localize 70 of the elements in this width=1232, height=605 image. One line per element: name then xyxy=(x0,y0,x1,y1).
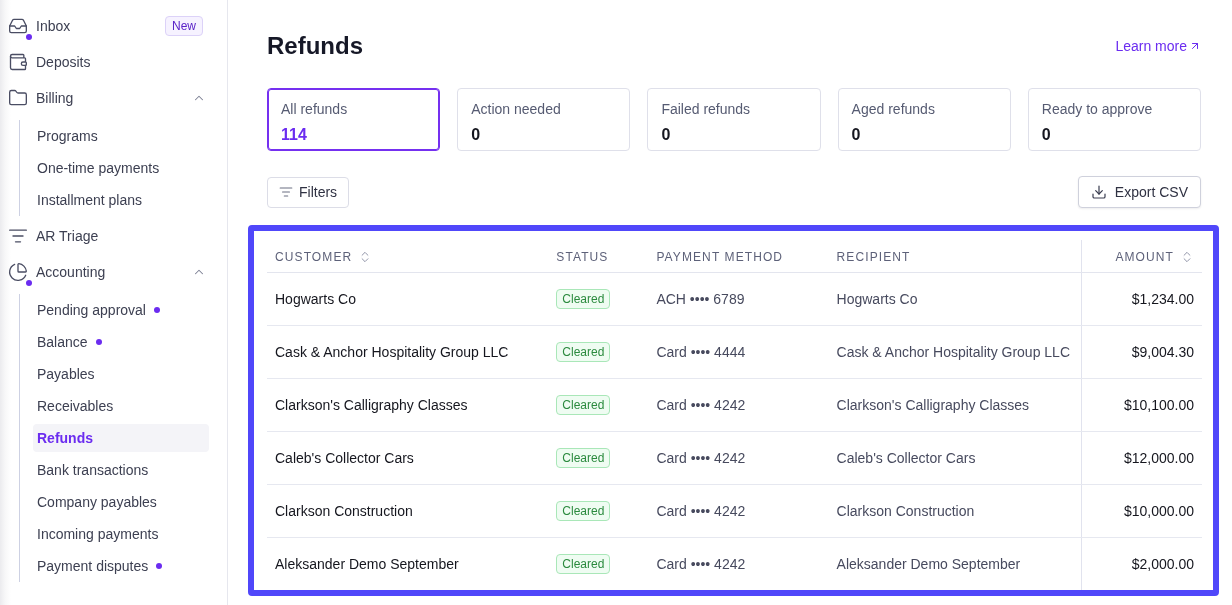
customer-name: Aleksander Demo September xyxy=(275,555,459,572)
recipient-name: Aleksander Demo September xyxy=(836,555,1021,572)
amount-value: $9,004.30 xyxy=(1081,325,1202,378)
status-badge: Cleared xyxy=(556,447,611,468)
summary-card[interactable]: Ready to approve 0 xyxy=(1027,88,1201,151)
summary-card[interactable]: Action needed 0 xyxy=(457,88,631,151)
amount-value: $12,000.00 xyxy=(1081,431,1202,484)
amount-value: $2,000.00 xyxy=(1081,537,1202,590)
payment-method: Card •••• 4242 xyxy=(656,555,746,572)
sidebar-link[interactable]: Company payables xyxy=(33,488,209,516)
wallet-icon xyxy=(8,52,28,72)
sort-header-button[interactable]: CUSTOMER xyxy=(275,249,373,264)
sidebar-link[interactable]: Deposits xyxy=(8,47,95,77)
sidebar-link[interactable]: Balance xyxy=(33,328,209,356)
status-badge: Cleared xyxy=(556,341,611,362)
filters-button[interactable]: Filters xyxy=(267,176,350,208)
customer-name: Clarkson's Calligraphy Classes xyxy=(275,396,468,413)
sidebar-link[interactable]: Refunds xyxy=(33,424,209,452)
status-badge: Cleared xyxy=(556,288,611,309)
sidebar-link[interactable]: Inbox xyxy=(8,11,75,41)
customer-name: Hogwarts Co xyxy=(275,290,356,307)
sidebar-link[interactable]: Programs xyxy=(33,122,209,150)
filter-icon xyxy=(279,185,293,199)
column-header: STATUS xyxy=(556,249,609,264)
sidebar-link[interactable]: Installment plans xyxy=(33,186,209,214)
column-header: PAYMENT METHOD xyxy=(656,249,784,264)
sort-header-button[interactable]: AMOUNT xyxy=(1115,249,1194,264)
export-csv-button[interactable]: Export CSV xyxy=(1077,176,1201,208)
sidebar-link[interactable]: Incoming payments xyxy=(33,520,209,548)
pie-chart-icon xyxy=(8,262,28,282)
recipient-name: Hogwarts Co xyxy=(836,290,918,307)
summary-card[interactable]: Failed refunds 0 xyxy=(647,88,821,151)
sidebar-link[interactable]: Accounting xyxy=(8,257,110,287)
payment-method: Card •••• 4242 xyxy=(656,502,746,519)
recipient-name: Cask & Anchor Hospitality Group LLC xyxy=(836,343,1071,360)
payment-method: Card •••• 4242 xyxy=(656,449,746,466)
sidebar-link[interactable]: Payment disputes xyxy=(33,552,209,580)
summary-card[interactable]: All refunds 114 xyxy=(267,88,441,151)
summary-card[interactable]: Aged refunds 0 xyxy=(837,88,1011,151)
download-icon xyxy=(1090,184,1107,200)
customer-name: Cask & Anchor Hospitality Group LLC xyxy=(275,343,509,360)
arrow-up-right-icon xyxy=(1189,40,1201,52)
amount-value: $10,100.00 xyxy=(1081,378,1202,431)
recipient-name: Clarkson Construction xyxy=(836,502,975,519)
recipient-name: Caleb's Collector Cars xyxy=(836,449,976,466)
customer-name: Caleb's Collector Cars xyxy=(275,449,414,466)
status-badge: Cleared xyxy=(556,553,611,574)
sidebar-link[interactable]: Pending approval xyxy=(33,296,209,324)
sidebar-link[interactable]: One-time payments xyxy=(33,154,209,182)
payment-method: Card •••• 4444 xyxy=(656,343,746,360)
amount-value: $1,234.00 xyxy=(1081,272,1202,325)
payment-method: Card •••• 4242 xyxy=(656,396,746,413)
column-header: RECIPIENT xyxy=(836,249,911,264)
new-badge: New xyxy=(165,16,203,36)
sidebar-link[interactable]: Payables xyxy=(33,360,209,388)
folder-icon xyxy=(8,88,28,108)
sidebar-link[interactable]: Bank transactions xyxy=(33,456,209,484)
sort-icon xyxy=(1180,249,1194,264)
payment-method: ACH •••• 6789 xyxy=(656,290,745,307)
amount-value: $10,000.00 xyxy=(1081,484,1202,537)
status-badge: Cleared xyxy=(556,500,611,521)
recipient-name: Clarkson's Calligraphy Classes xyxy=(836,396,1030,413)
status-badge: Cleared xyxy=(556,394,611,415)
learn-more-link[interactable]: Learn more xyxy=(1115,38,1201,54)
inbox-icon xyxy=(8,16,28,36)
page-title: Refunds xyxy=(267,32,363,60)
customer-name: Clarkson Construction xyxy=(275,502,413,519)
sidebar-link[interactable]: Billing xyxy=(8,83,78,113)
sidebar-link[interactable]: AR Triage xyxy=(8,221,103,251)
sidebar-link[interactable]: Receivables xyxy=(33,392,209,420)
